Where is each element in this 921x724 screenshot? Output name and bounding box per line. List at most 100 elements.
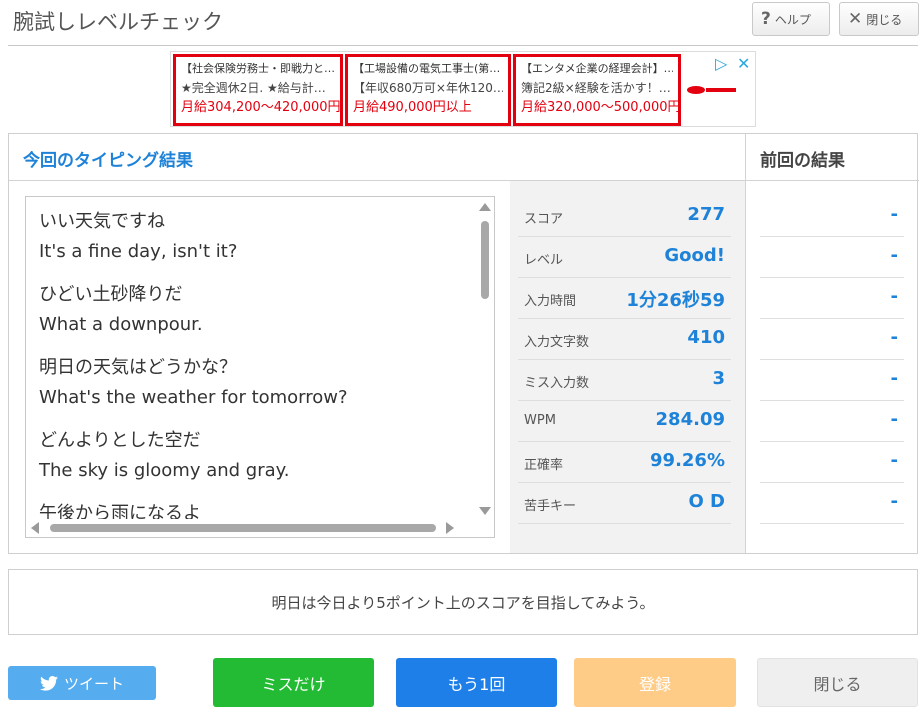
stat-label: スコア (524, 212, 564, 227)
prev-value-row: - (760, 401, 904, 442)
sentence-pair: ひどい土砂降りだ What a downpour. (39, 280, 469, 340)
header-bar: 腕試しレベルチェック ? ヘルプ ✕ 閉じる (8, 0, 919, 46)
previous-results-column: 前回の結果 - - - - - - - - (745, 134, 919, 553)
typed-text-content: いい天気ですね It's a fine day, isn't it? ひどい土砂… (39, 207, 469, 537)
prev-value-row: - (760, 278, 904, 319)
stat-row-level: レベル Good! (518, 237, 731, 278)
prev-value: - (890, 409, 898, 430)
stat-row-time: 入力時間 1分26秒59 (518, 278, 731, 319)
stat-label: 正確率 (524, 458, 564, 473)
prev-value: - (890, 245, 898, 266)
stats-column: スコア 277 レベル Good! 入力時間 1分26秒59 入力文字数 410… (510, 181, 745, 553)
ad-logo-icon (687, 86, 736, 94)
sentence-pair: どんよりとした空だ The sky is gloomy and gray. (39, 426, 469, 486)
typed-text-box[interactable]: いい天気ですね It's a fine day, isn't it? ひどい土砂… (25, 196, 495, 538)
prev-value: - (890, 327, 898, 348)
ad-card-desc: 簿記2級×経験を活かす！… (521, 81, 671, 95)
miss-only-button[interactable]: ミスだけ (213, 658, 374, 707)
stat-label: レベル (524, 253, 564, 268)
stat-value: Good! (664, 245, 725, 266)
ad-card-salary: 月給320,000〜500,000円 (521, 100, 681, 115)
current-results-header: 今回のタイピング結果 (9, 134, 745, 181)
prev-value: - (890, 286, 898, 307)
stat-row-accuracy: 正確率 99.26% (518, 442, 731, 483)
stat-label: 苦手キー (524, 499, 577, 514)
advice-message: 明日は今日より5ポイント上のスコアを目指してみよう。 (271, 594, 655, 612)
sentence-en: It's a fine day, isn't it? (39, 241, 238, 262)
stat-row-wpm: WPM 284.09 (518, 401, 731, 442)
close-bottom-button[interactable]: 閉じる (757, 658, 918, 707)
prev-value: - (890, 491, 898, 512)
twitter-bird-icon (39, 675, 58, 691)
prev-value-row: - (760, 442, 904, 483)
prev-value-row: - (760, 360, 904, 401)
sentence-pair: 明日の天気はどうかな？ What's the weather for tomor… (39, 353, 469, 413)
sentence-jp: 明日の天気はどうかな？ (39, 357, 237, 378)
stat-label: WPM (524, 413, 556, 428)
horizontal-scrollbar[interactable] (26, 519, 478, 537)
sentence-en: What a downpour. (39, 314, 203, 335)
stat-label: 入力文字数 (524, 335, 590, 350)
tweet-button[interactable]: ツイート (8, 666, 156, 700)
help-label: ヘルプ (774, 12, 811, 27)
scroll-right-arrow-icon[interactable] (446, 522, 454, 534)
ad-card[interactable]: 【エンタメ企業の経理会計】… 簿記2級×経験を活かす！… 月給320,000〜5… (513, 54, 681, 126)
prev-value: - (890, 368, 898, 389)
stat-value: 410 (687, 327, 725, 348)
stat-row-weak-keys: 苦手キー O D (518, 483, 731, 524)
stat-label: 入力時間 (524, 294, 577, 309)
ad-choices-icon[interactable]: ▷ (715, 54, 727, 73)
ad-card[interactable]: 【工場設備の電気工事士(第… 【年収680万可×年休120… 月給490,000… (345, 54, 511, 126)
prev-value-row: - (760, 196, 904, 237)
current-results-title: 今回のタイピング結果 (23, 151, 193, 171)
sentence-jp: いい天気ですね (39, 211, 165, 232)
ad-card-title: 【エンタメ企業の経理会計】… (521, 62, 673, 75)
scroll-down-arrow-icon[interactable] (479, 507, 491, 515)
prev-value: - (890, 204, 898, 225)
register-button[interactable]: 登録 (574, 658, 736, 707)
close-label: 閉じる (866, 12, 903, 27)
stat-row-score: スコア 277 (518, 196, 731, 237)
ad-card[interactable]: 【社会保険労務士・即戦力と… ★完全週休2日. ★給与計… 月給304,200〜… (173, 54, 343, 126)
horizontal-scroll-thumb[interactable] (50, 524, 436, 532)
stat-label: ミス入力数 (524, 376, 590, 391)
scroll-up-arrow-icon[interactable] (479, 203, 491, 211)
sentence-en: What's the weather for tomorrow? (39, 387, 348, 408)
ad-card-title: 【工場設備の電気工事士(第… (353, 62, 501, 75)
sentence-pair: いい天気ですね It's a fine day, isn't it? (39, 207, 469, 267)
stat-value: 3 (712, 368, 725, 389)
retry-button[interactable]: もう1回 (396, 658, 557, 707)
sentence-jp: ひどい土砂降りだ (39, 284, 183, 305)
scroll-left-arrow-icon[interactable] (31, 522, 39, 534)
prev-value-row: - (760, 483, 904, 524)
prev-value-row: - (760, 319, 904, 360)
sentence-en: The sky is gloomy and gray. (39, 460, 290, 481)
stat-value: 99.26% (650, 450, 725, 471)
page-title: 腕試しレベルチェック (13, 10, 223, 34)
results-panel: 今回のタイピング結果 いい天気ですね It's a fine day, isn'… (8, 133, 919, 554)
stat-row-chars: 入力文字数 410 (518, 319, 731, 360)
ad-card-desc: 【年収680万可×年休120… (353, 81, 503, 95)
stat-value: 284.09 (655, 409, 725, 430)
vertical-scroll-thumb[interactable] (481, 221, 489, 299)
advice-message-box: 明日は今日より5ポイント上のスコアを目指してみよう。 (8, 569, 918, 635)
ad-card-desc: ★完全週休2日. ★給与計… (181, 81, 326, 95)
ad-card-salary: 月給304,200〜420,000円 (181, 100, 341, 115)
stat-row-misses: ミス入力数 3 (518, 360, 731, 401)
prev-value: - (890, 450, 898, 471)
help-button[interactable]: ? ヘルプ (752, 2, 830, 36)
prev-value-row: - (760, 237, 904, 278)
stat-value: 1分26秒59 (626, 290, 725, 311)
question-icon: ? (761, 9, 771, 29)
sentence-jp: どんよりとした空だ (39, 430, 201, 451)
ad-card-salary: 月給490,000円以上 (353, 100, 472, 115)
close-button[interactable]: ✕ 閉じる (839, 2, 919, 36)
ad-card-title: 【社会保険労務士・即戦力と… (181, 62, 335, 75)
ad-banner: 【社会保険労務士・即戦力と… ★完全週休2日. ★給与計… 月給304,200〜… (170, 51, 756, 127)
ad-close-icon[interactable]: ✕ (737, 54, 750, 73)
stat-value: O D (688, 491, 725, 512)
stat-value: 277 (687, 204, 725, 225)
close-icon: ✕ (848, 9, 863, 29)
tweet-label: ツイート (63, 674, 124, 693)
vertical-scrollbar[interactable] (476, 197, 494, 519)
